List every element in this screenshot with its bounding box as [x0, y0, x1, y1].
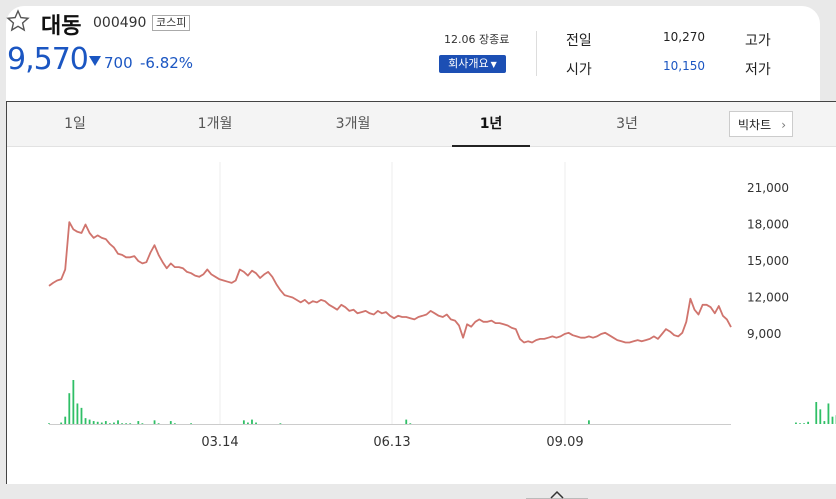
volume-bar — [173, 423, 176, 424]
volume-bar — [819, 409, 822, 424]
y-tick-label: 18,000 — [747, 218, 789, 232]
price-change: 700 — [104, 54, 133, 72]
caret-down-icon: ▼ — [490, 60, 497, 69]
x-tick-label: 09.09 — [546, 435, 583, 450]
volume-bar — [68, 393, 71, 424]
volume-bar — [409, 423, 412, 424]
volume-bar — [823, 421, 826, 424]
open-value: 10,150 — [663, 59, 705, 73]
stock-code: 000490 — [93, 15, 147, 31]
x-tick-label: 06.13 — [373, 435, 410, 450]
price-line — [48, 221, 732, 344]
volume-bar — [60, 422, 63, 424]
volume-bar — [121, 423, 123, 424]
y-tick-label: 9,000 — [747, 327, 781, 341]
volume-bar — [100, 422, 103, 424]
volume-bar — [827, 403, 830, 424]
volume-bar — [251, 419, 253, 424]
stock-name[interactable]: 대동 — [41, 8, 81, 40]
y-tick-label: 12,000 — [747, 291, 789, 305]
prev-close-value: 10,270 — [663, 30, 705, 44]
volume-bar — [48, 423, 50, 424]
low-label: 저가 — [745, 62, 771, 78]
current-price: 9,570 — [7, 42, 89, 77]
volume-bar — [795, 422, 797, 424]
volume-bar — [255, 422, 257, 424]
volume-bar — [117, 420, 119, 424]
chart-panel: 1일 1개월 3개월 1년 3년 빅차트 › 21,000 18,000 15,00… — [6, 101, 836, 484]
volume-bar — [807, 421, 810, 424]
volume-bar — [157, 423, 160, 424]
market-status: 12.06 장종료 — [444, 33, 510, 46]
volume-bar — [247, 422, 249, 424]
volume-bar — [108, 423, 111, 424]
high-label: 고가 — [745, 33, 771, 49]
y-tick-label: 15,000 — [747, 254, 789, 268]
volume-bar — [242, 420, 245, 424]
company-overview-button[interactable]: 회사개요 ▼ — [439, 55, 506, 73]
volume-bar — [76, 403, 79, 424]
company-overview-label: 회사개요 — [448, 57, 489, 70]
change-rate: -6.82% — [140, 54, 194, 72]
volume-bar — [80, 407, 83, 424]
volume-bar — [129, 423, 132, 424]
volume-bar — [88, 419, 91, 424]
down-triangle-icon — [89, 56, 101, 66]
volume-bar — [125, 423, 128, 424]
header-divider — [536, 31, 537, 76]
volume-bar — [72, 380, 75, 424]
open-label: 시가 — [566, 62, 592, 78]
volume-bar — [831, 416, 834, 424]
x-tick-label: 03.14 — [201, 435, 238, 450]
volume-bar — [588, 420, 590, 424]
volume-bar — [405, 419, 408, 424]
volume-bar — [64, 416, 67, 424]
stock-header: 대동 000490 코스피 9,570 700 -6.82% 12.06 장종료… — [0, 0, 836, 100]
volume-bar — [96, 421, 99, 424]
volume-bar — [84, 418, 87, 424]
volume-bar — [169, 421, 172, 424]
volume-bar — [799, 423, 801, 424]
volume-bar — [141, 423, 144, 424]
star-icon[interactable] — [6, 9, 30, 33]
volume-bar — [137, 421, 140, 424]
prev-close-label: 전일 — [566, 33, 592, 49]
volume-bar — [279, 423, 282, 424]
volume-bar — [113, 422, 115, 424]
volume-bar — [190, 423, 192, 424]
volume-bar — [815, 402, 818, 424]
volume-bar — [153, 420, 156, 424]
volume-bar — [92, 421, 95, 424]
chevron-up-icon[interactable] — [526, 488, 588, 499]
price-chart[interactable]: 21,000 18,000 15,000 12,000 9,000 03.14 06.13 0… — [7, 102, 836, 484]
market-badge: 코스피 — [152, 15, 191, 31]
y-tick-label: 21,000 — [747, 181, 789, 195]
volume-bar — [803, 423, 805, 424]
volume-bar — [104, 421, 107, 424]
